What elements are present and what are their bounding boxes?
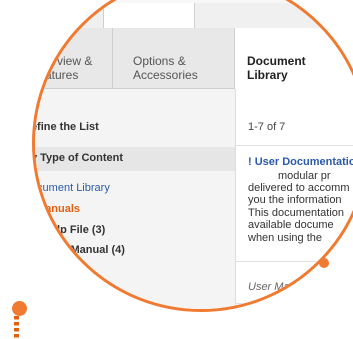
tab-document-library[interactable]: Document Library (235, 28, 353, 89)
top-tab-cap (103, 3, 195, 29)
result-desc-line: when using the (248, 232, 322, 244)
callout-dotted-line (14, 316, 19, 339)
magnifier-lens: Overview & Features Options & Accessorie… (32, 0, 353, 312)
tab-options-label: Options & Accessories (133, 54, 198, 82)
tab-overview[interactable]: Overview & Features (32, 28, 113, 88)
magnified-page: Overview & Features Options & Accessorie… (32, 3, 353, 309)
manuals-filter[interactable]: Manuals (36, 203, 80, 216)
product-tabs: Overview & Features Options & Accessorie… (32, 28, 353, 89)
help-file-filter[interactable]: Help File (3) (43, 224, 105, 237)
result-title-link[interactable]: ! User Documentation (248, 156, 353, 169)
result-desc-line: available docume (248, 219, 334, 231)
refine-sidebar: Refine the List By Type of Content Docum… (32, 89, 236, 309)
section-title: By Type of Content (32, 152, 124, 164)
results-divider (236, 303, 353, 304)
tab-document-library-label: Document Library (247, 54, 306, 82)
tab-options[interactable]: Options & Accessories (113, 28, 235, 88)
result-desc-line: you the information (248, 194, 342, 206)
refine-title: Refine the List (35, 121, 99, 133)
user-manual-filter[interactable]: User Manual (4) (43, 244, 125, 257)
tab-overview-label: Overview & Features (32, 54, 93, 82)
top-bar (35, 3, 353, 29)
document-library-link[interactable]: Document Library (35, 182, 110, 195)
results-panel: 1-7 of 7 ! User Documentation modular pr… (236, 89, 353, 309)
callout-dot (12, 301, 27, 316)
hotspot-dot (319, 258, 329, 268)
results-divider (236, 145, 353, 146)
result-type: User Manu (248, 281, 302, 293)
results-divider (236, 261, 353, 262)
results-count: 1-7 of 7 (248, 121, 286, 133)
